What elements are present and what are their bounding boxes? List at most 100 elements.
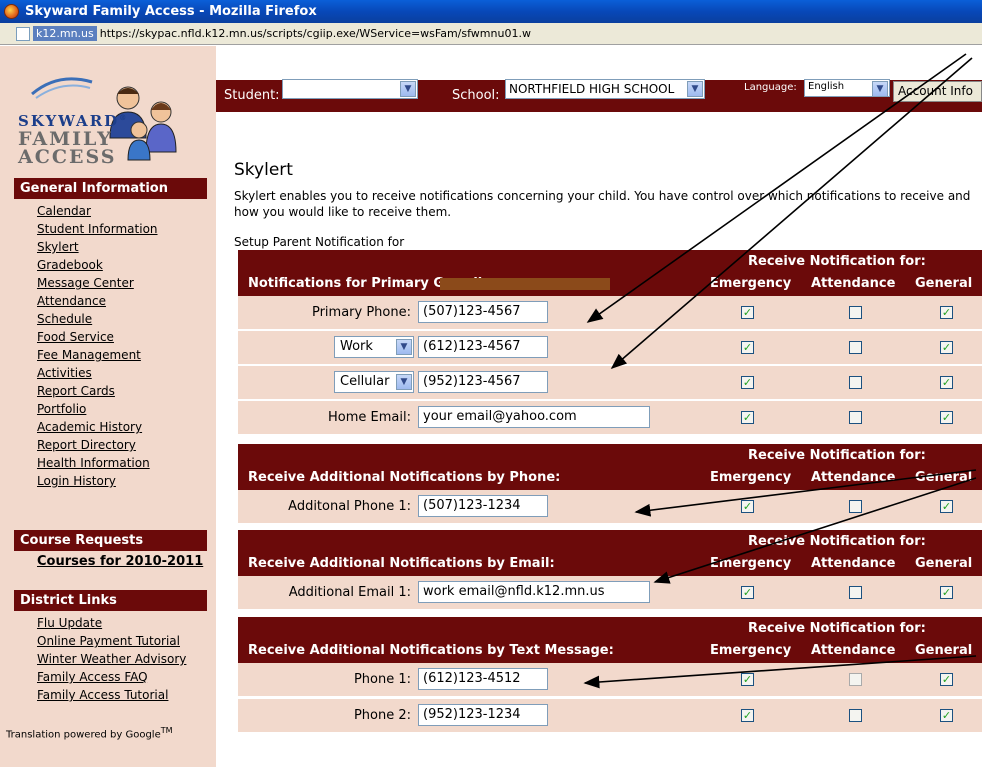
text-phone-2-input[interactable]: (952)123-1234 — [418, 704, 548, 726]
nav-login-history[interactable]: Login History — [37, 472, 158, 490]
additional-phone-input[interactable]: (507)123-1234 — [418, 495, 548, 517]
emergency-checkbox[interactable]: ✓ — [741, 500, 754, 513]
col-attendance: Attendance — [811, 276, 896, 291]
col-general: General — [915, 276, 973, 291]
additional-email-input[interactable]: work email@nfld.k12.mn.us — [418, 581, 650, 603]
general-checkbox[interactable]: ✓ — [940, 500, 953, 513]
nav-health-information[interactable]: Health Information — [37, 454, 158, 472]
col-attendance: Attendance — [811, 643, 896, 658]
nav-attendance[interactable]: Attendance — [37, 292, 158, 310]
student-select[interactable]: ▼ — [282, 79, 418, 99]
attendance-checkbox[interactable] — [849, 709, 862, 722]
home-email-input[interactable]: your email@yahoo.com — [418, 406, 650, 428]
nav-family-access-tutorial[interactable]: Family Access Tutorial — [37, 686, 186, 704]
text-phone-1-input[interactable]: (612)123-4512 — [418, 668, 548, 690]
section-title: Receive Additional Notifications by Phon… — [248, 470, 561, 485]
nav-online-payment-tutorial[interactable]: Online Payment Tutorial — [37, 632, 186, 650]
work-phone-row: Work ▼ (612)123-4567 ✓ ✓ — [238, 331, 982, 364]
nav-family-access-faq[interactable]: Family Access FAQ — [37, 668, 186, 686]
site-identity[interactable]: k12.mn.us — [33, 26, 97, 41]
primary-guardian-header: Notifications for Primary Guardian: Rece… — [238, 250, 982, 296]
nav-student-information[interactable]: Student Information — [37, 220, 158, 238]
attendance-checkbox[interactable] — [849, 376, 862, 389]
nav-calendar[interactable]: Calendar — [37, 202, 158, 220]
nav-winter-weather-advisory[interactable]: Winter Weather Advisory — [37, 650, 186, 668]
emergency-checkbox[interactable]: ✓ — [741, 341, 754, 354]
field-label: Primary Phone: — [311, 305, 411, 320]
page-icon — [16, 26, 30, 41]
logo-access: ACCESS — [18, 146, 117, 168]
text-message-header: Receive Additional Notifications by Text… — [238, 617, 982, 663]
emergency-checkbox[interactable]: ✓ — [741, 673, 754, 686]
page-title: Skylert — [234, 160, 293, 180]
intro-text: Skylert enables you to receive notificat… — [234, 189, 971, 219]
primary-phone-input[interactable]: (507)123-4567 — [418, 301, 548, 323]
sidebar: SKYWARD® FAMILY ACCESS General Informati… — [0, 46, 216, 767]
general-checkbox[interactable]: ✓ — [940, 673, 953, 686]
receive-for-label: Receive Notification for: — [748, 534, 926, 549]
emergency-checkbox[interactable]: ✓ — [741, 306, 754, 319]
cellular-phone-input[interactable]: (952)123-4567 — [418, 371, 548, 393]
col-emergency: Emergency — [710, 470, 792, 485]
general-checkbox[interactable]: ✓ — [940, 376, 953, 389]
district-links-header: District Links — [14, 590, 207, 611]
emergency-checkbox[interactable]: ✓ — [741, 586, 754, 599]
general-checkbox[interactable]: ✓ — [940, 341, 953, 354]
attendance-checkbox[interactable] — [849, 673, 862, 686]
primary-phone-row: Primary Phone: (507)123-4567 ✓ ✓ — [238, 296, 982, 329]
url-text[interactable]: https://skypac.nfld.k12.mn.us/scripts/cg… — [100, 27, 531, 40]
attendance-checkbox[interactable] — [849, 500, 862, 513]
additional-phone-row: Additonal Phone 1: (507)123-1234 ✓ ✓ — [238, 490, 982, 523]
language-select[interactable]: English ▼ — [804, 79, 890, 97]
nav-flu-update[interactable]: Flu Update — [37, 614, 186, 632]
course-requests-header: Course Requests — [14, 530, 207, 551]
general-information-header: General Information — [14, 178, 207, 199]
attendance-checkbox[interactable] — [849, 341, 862, 354]
emergency-checkbox[interactable]: ✓ — [741, 376, 754, 389]
col-general: General — [915, 470, 973, 485]
receive-for-label: Receive Notification for: — [748, 621, 926, 636]
chevron-down-icon: ▼ — [687, 81, 703, 97]
general-checkbox[interactable]: ✓ — [940, 306, 953, 319]
general-checkbox[interactable]: ✓ — [940, 411, 953, 424]
receive-for-label: Receive Notification for: — [748, 448, 926, 463]
work-phone-input[interactable]: (612)123-4567 — [418, 336, 548, 358]
nav-academic-history[interactable]: Academic History — [37, 418, 158, 436]
nav-gradebook[interactable]: Gradebook — [37, 256, 158, 274]
top-bar: Student: ▼ School: NORTHFIELD HIGH SCHOO… — [216, 79, 982, 112]
col-attendance: Attendance — [811, 556, 896, 571]
nav-report-cards[interactable]: Report Cards — [37, 382, 158, 400]
additional-phone-header: Receive Additional Notifications by Phon… — [238, 444, 982, 490]
general-checkbox[interactable]: ✓ — [940, 586, 953, 599]
courses-link[interactable]: Courses for 2010-2011 — [37, 554, 203, 569]
general-checkbox[interactable]: ✓ — [940, 709, 953, 722]
nav-report-directory[interactable]: Report Directory — [37, 436, 158, 454]
nav-portfolio[interactable]: Portfolio — [37, 400, 158, 418]
cellular-phone-row: Cellular ▼ (952)123-4567 ✓ ✓ — [238, 366, 982, 399]
col-general: General — [915, 556, 973, 571]
address-bar[interactable]: k12.mn.us https://skypac.nfld.k12.mn.us/… — [0, 23, 982, 45]
text-phone-2-row: Phone 2: (952)123-1234 ✓ ✓ — [238, 699, 982, 732]
field-label: Additonal Phone 1: — [288, 499, 411, 514]
nav-fee-management[interactable]: Fee Management — [37, 346, 158, 364]
nav-activities[interactable]: Activities — [37, 364, 158, 382]
chevron-down-icon: ▼ — [872, 81, 888, 96]
attendance-checkbox[interactable] — [849, 411, 862, 424]
nav-skylert[interactable]: Skylert — [37, 238, 158, 256]
phone-type-select[interactable]: Work ▼ — [334, 336, 414, 358]
attendance-checkbox[interactable] — [849, 306, 862, 319]
general-links: Calendar Student Information Skylert Gra… — [37, 202, 158, 490]
emergency-checkbox[interactable]: ✓ — [741, 709, 754, 722]
nav-schedule[interactable]: Schedule — [37, 310, 158, 328]
col-attendance: Attendance — [811, 470, 896, 485]
attendance-checkbox[interactable] — [849, 586, 862, 599]
setup-label: Setup Parent Notification for — [234, 235, 405, 249]
col-general: General — [915, 643, 973, 658]
nav-food-service[interactable]: Food Service — [37, 328, 158, 346]
field-label: Home Email: — [328, 410, 411, 425]
emergency-checkbox[interactable]: ✓ — [741, 411, 754, 424]
school-select[interactable]: NORTHFIELD HIGH SCHOOL ▼ — [505, 79, 705, 99]
account-info-button[interactable]: Account Info — [893, 81, 982, 102]
nav-message-center[interactable]: Message Center — [37, 274, 158, 292]
phone-type-select[interactable]: Cellular ▼ — [334, 371, 414, 393]
